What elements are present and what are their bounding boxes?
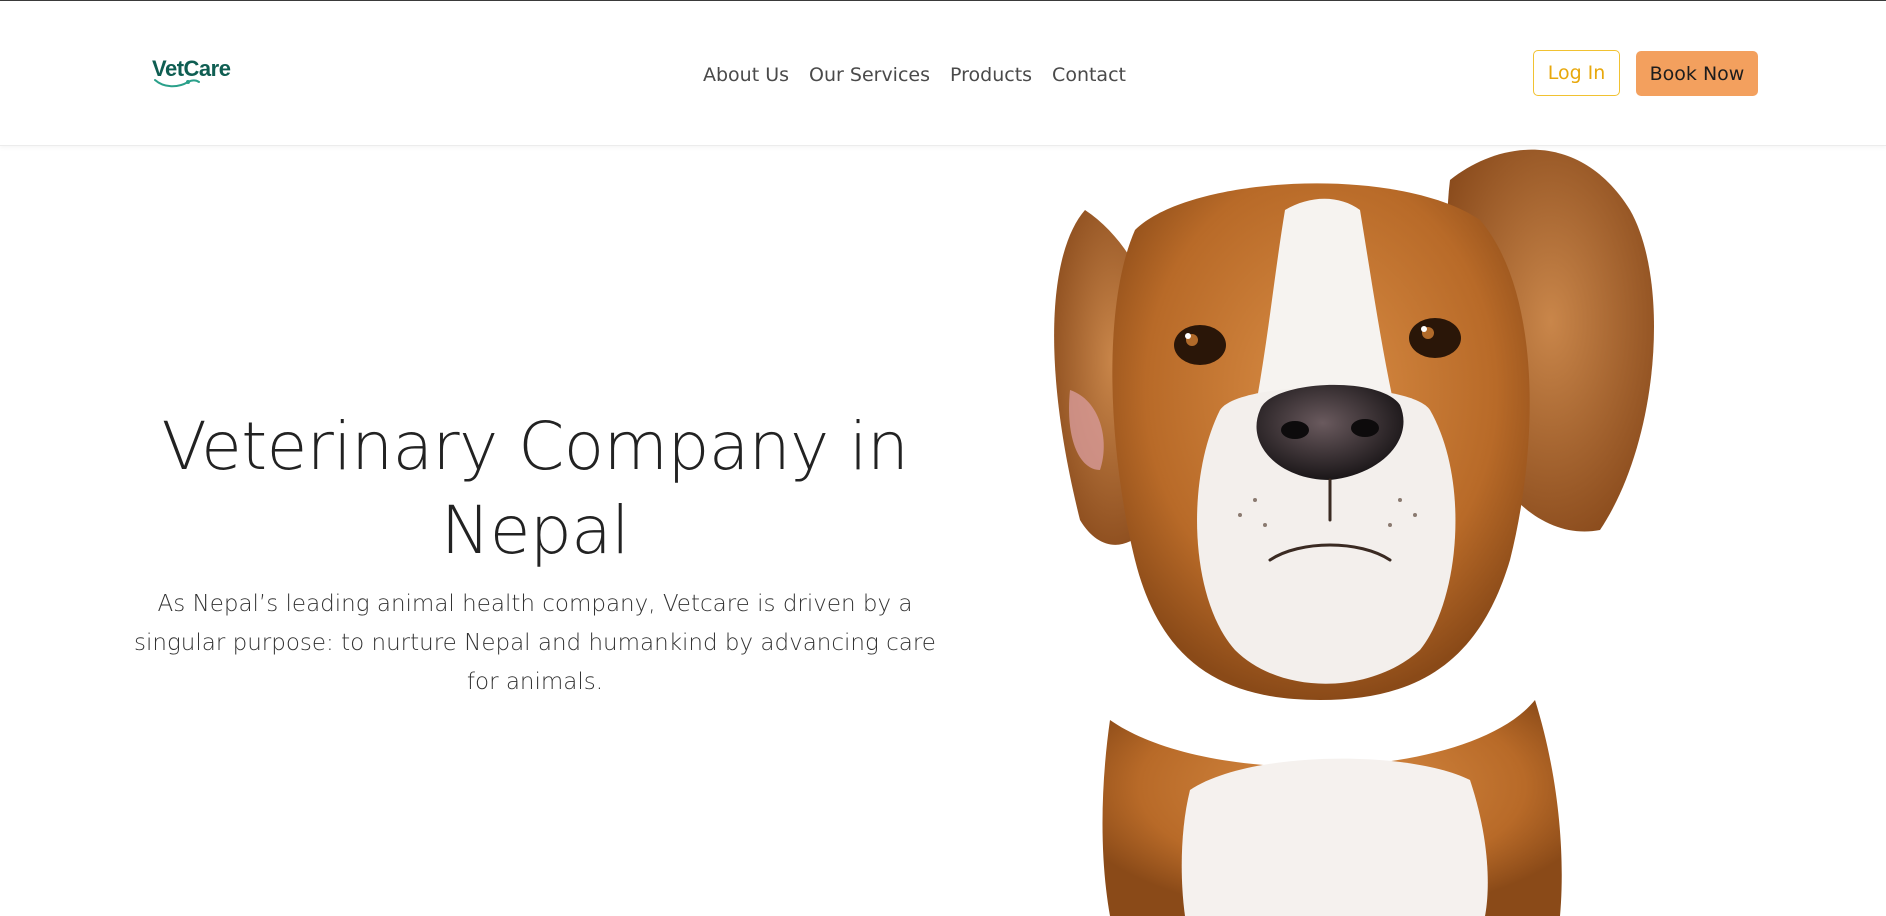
page: VetCare About Us Our Services Products C… [0,0,1886,916]
site-header: VetCare About Us Our Services Products C… [0,1,1886,146]
vetcare-logo[interactable]: VetCare [152,56,242,92]
nav-products[interactable]: Products [950,59,1032,91]
logo-swoosh-icon [154,79,200,88]
beagle-dog-image [1054,149,1654,916]
nav-about-us[interactable]: About Us [703,59,789,91]
nav-contact[interactable]: Contact [1052,59,1126,91]
dog-chest [1181,758,1488,916]
login-button[interactable]: Log In [1533,50,1620,96]
hero-description: As Nepal’s leading animal health company… [134,591,936,695]
hero-section: Veterinary Company in Nepal As Nepal’s l… [130,405,940,702]
hero-title: Veterinary Company in Nepal [161,408,909,569]
main-nav: About Us Our Services Products Contact [703,59,1126,91]
dog-right-eye [1409,318,1461,358]
book-now-button[interactable]: Book Now [1636,51,1758,96]
nav-our-services[interactable]: Our Services [809,59,930,91]
dog-left-eye [1174,325,1226,365]
